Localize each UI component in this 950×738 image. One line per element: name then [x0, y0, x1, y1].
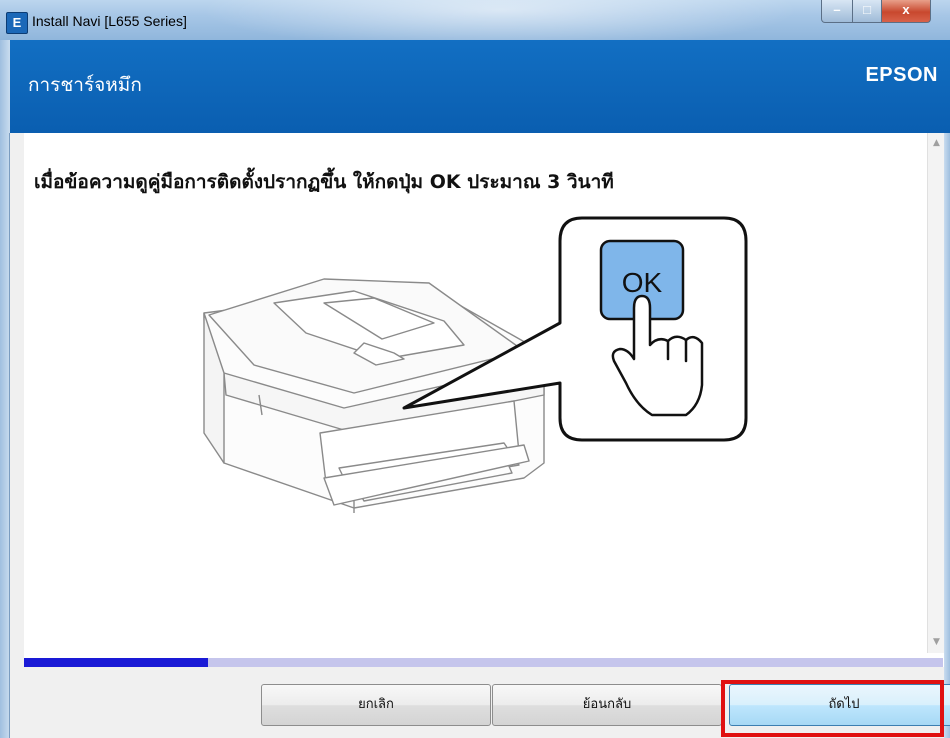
window-frame-right: [944, 133, 950, 738]
window-title-bar[interactable]: E Install Navi [L655 Series] – □ x: [0, 0, 950, 40]
close-button[interactable]: x: [881, 0, 931, 23]
vertical-scrollbar[interactable]: ▲ ▼: [927, 133, 945, 653]
content-area: เมื่อข้อความดูคู่มือการติดตั้งปรากฏขึ้น …: [24, 133, 927, 653]
printer-illustration: OK: [203, 216, 748, 513]
footer-button-bar: ยกเลิก ย้อนกลับ ถัดไป: [23, 667, 950, 738]
page-title: การชาร์จหมึก: [28, 74, 142, 96]
scroll-down-arrow-icon[interactable]: ▼: [928, 634, 945, 651]
ok-label: OK: [622, 267, 663, 298]
epson-logo: EPSON: [865, 64, 938, 86]
header-banner: การชาร์จหมึก EPSON: [10, 40, 950, 133]
next-button[interactable]: ถัดไป: [729, 684, 950, 726]
minimize-button[interactable]: –: [821, 0, 853, 23]
title-bar-glow: [200, 0, 800, 40]
cancel-button[interactable]: ยกเลิก: [261, 684, 491, 726]
progress-fill: [24, 658, 208, 667]
scroll-up-arrow-icon[interactable]: ▲: [928, 135, 945, 152]
window-inner-frame-left: [9, 133, 24, 738]
maximize-button[interactable]: □: [852, 0, 882, 23]
progress-bar: [24, 658, 943, 667]
window-title: Install Navi [L655 Series]: [32, 13, 187, 29]
back-button[interactable]: ย้อนกลับ: [492, 684, 722, 726]
app-icon: E: [6, 12, 28, 34]
